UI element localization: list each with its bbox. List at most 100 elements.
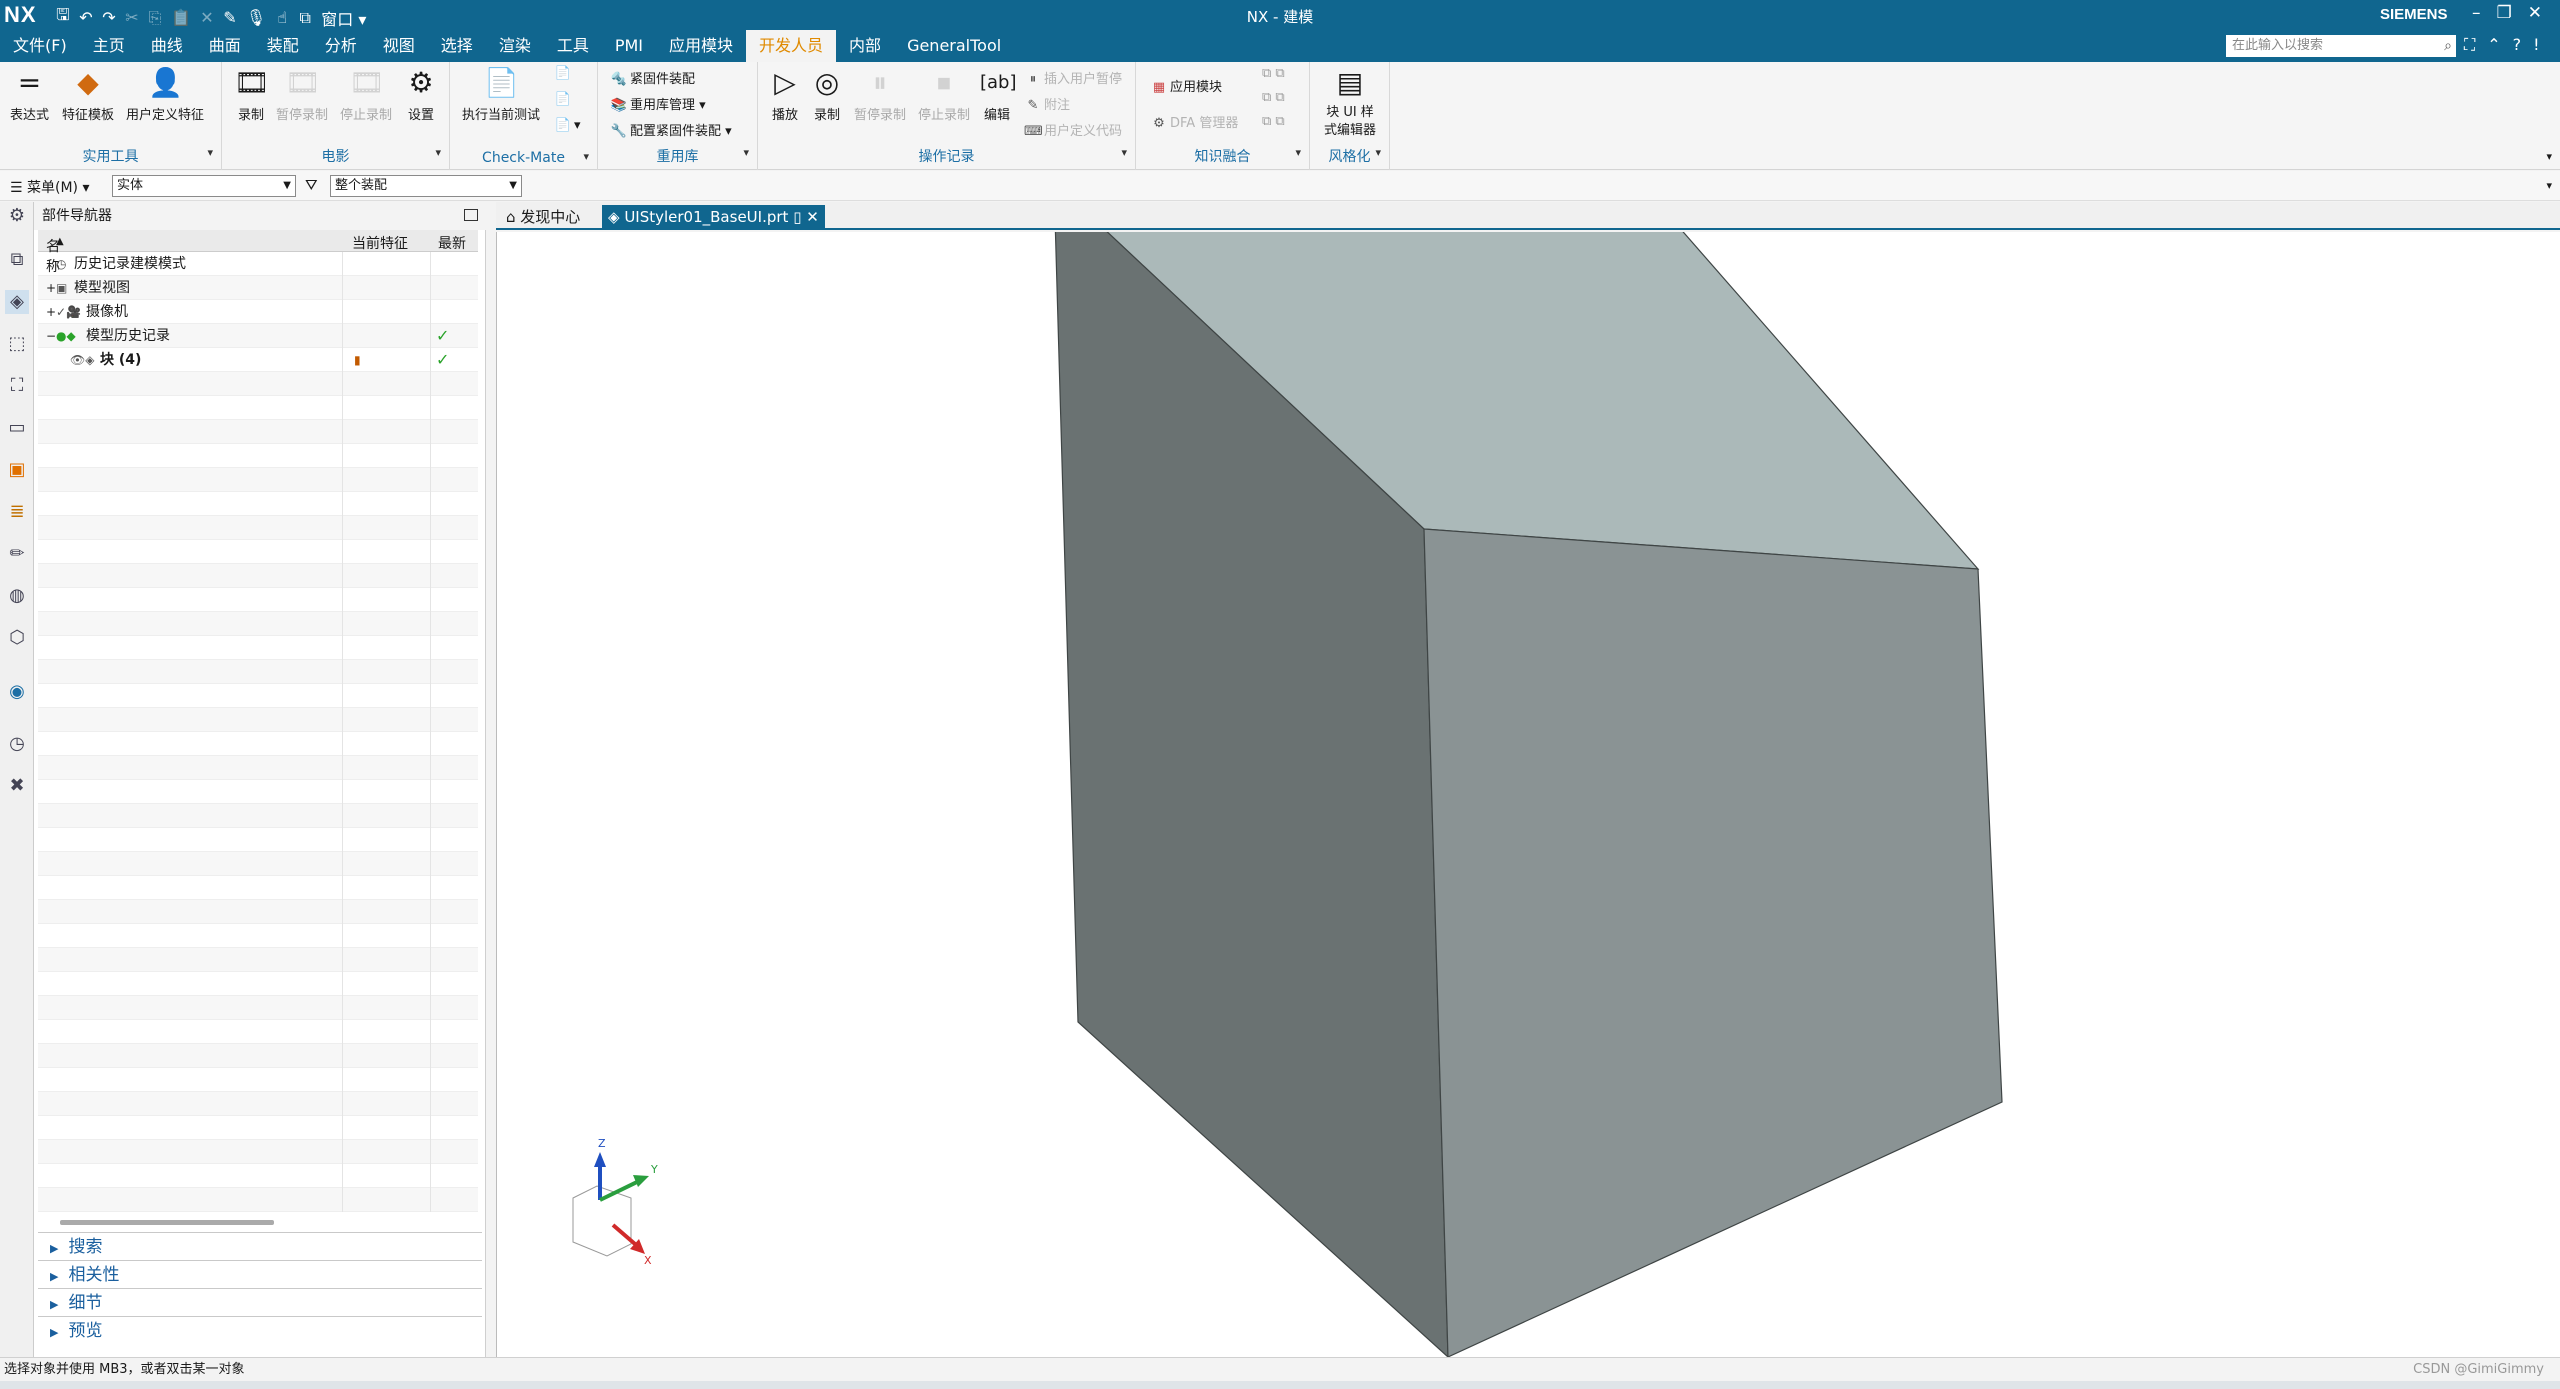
journal-stop-button[interactable]: ⏹ 停止录制 xyxy=(918,66,970,123)
group-style-label[interactable]: 风格化 ▾ xyxy=(1310,146,1389,166)
checkmate-small-1[interactable]: 📄 xyxy=(554,66,574,81)
copy-icon[interactable]: ⎘ xyxy=(148,8,162,28)
ribbon-options-icon[interactable]: ▾ xyxy=(2546,150,2552,163)
col-latest[interactable]: 最新 xyxy=(438,233,466,253)
tab-8[interactable]: 渲染 xyxy=(486,30,544,62)
group-utility-label[interactable]: 实用工具 ▾ xyxy=(0,146,221,166)
col-current[interactable]: 当前特征 xyxy=(352,233,408,253)
history-icon[interactable]: ◷ xyxy=(5,732,29,756)
cut-icon[interactable]: ✂ xyxy=(125,8,139,27)
search-icon[interactable]: ⌕ xyxy=(2444,35,2452,57)
expression-button[interactable]: = 表达式 xyxy=(10,66,49,123)
table-row[interactable] xyxy=(38,444,478,468)
table-row[interactable] xyxy=(38,996,478,1020)
table-row[interactable] xyxy=(38,1044,478,1068)
table-row[interactable] xyxy=(38,492,478,516)
tab-4[interactable]: 装配 xyxy=(254,30,312,62)
checkmate-small-3[interactable]: 📄 ▾ xyxy=(554,118,581,133)
switch-window-icon[interactable]: ⧉ xyxy=(298,8,312,28)
selbar-options-icon[interactable]: ▾ xyxy=(2546,179,2552,192)
delete-icon[interactable]: ✕ xyxy=(200,8,214,27)
tab-11[interactable]: 应用模块 xyxy=(656,30,746,62)
table-row[interactable] xyxy=(38,516,478,540)
save-icon[interactable]: 🖫 xyxy=(56,4,70,31)
table-row[interactable] xyxy=(38,1164,478,1188)
config-fastener-button[interactable]: 🔧 配置紧固件装配 ▾ xyxy=(610,120,732,139)
tab-13[interactable]: 内部 xyxy=(836,30,894,62)
checkmate-small-2[interactable]: 📄 xyxy=(554,92,574,107)
web-browser-icon[interactable]: ▣ xyxy=(5,458,29,482)
table-row[interactable] xyxy=(38,468,478,492)
table-row[interactable] xyxy=(38,756,478,780)
close-icon[interactable]: ✕ xyxy=(2528,3,2542,23)
collapse-icon[interactable]: − xyxy=(46,324,56,348)
expand-icon[interactable]: + xyxy=(46,300,56,324)
block-ui-editor-button[interactable]: ▤ 块 UI 样式编辑器 xyxy=(1324,66,1376,140)
minimize-icon[interactable]: – xyxy=(2472,3,2481,23)
settings-icon[interactable]: ⚙ xyxy=(5,204,29,228)
pane-2[interactable]: ▶ 细节 xyxy=(38,1288,482,1316)
tab-14[interactable]: GeneralTool xyxy=(894,30,1014,62)
table-row[interactable] xyxy=(38,540,478,564)
tab-1[interactable]: 主页 xyxy=(80,30,138,62)
microphone-icon[interactable]: 🎙 xyxy=(246,8,266,27)
tab-9[interactable]: 工具 xyxy=(544,30,602,62)
type-filter-select[interactable]: 实体 ▼ xyxy=(112,175,296,197)
tab-2[interactable]: 曲线 xyxy=(138,30,196,62)
paste-icon[interactable]: 📋 xyxy=(171,8,191,27)
table-row[interactable] xyxy=(38,828,478,852)
table-row[interactable] xyxy=(38,924,478,948)
insert-pause-button[interactable]: ⏸ 插入用户暂停 xyxy=(1024,68,1122,87)
group-movie-label[interactable]: 电影 ▾ xyxy=(222,146,449,166)
table-row[interactable] xyxy=(38,1116,478,1140)
table-row[interactable]: ◷ 历史记录建模模式 xyxy=(38,252,478,276)
tab-3[interactable]: 曲面 xyxy=(196,30,254,62)
filter-icon[interactable]: ⛛ xyxy=(305,176,318,194)
close-tab-icon[interactable]: ✕ xyxy=(806,208,819,226)
group-reuse-label[interactable]: 重用库 ▾ xyxy=(598,146,757,166)
movie-pause-button[interactable]: 🎞 暂停录制 xyxy=(276,66,328,123)
table-row[interactable] xyxy=(38,900,478,924)
tab-7[interactable]: 选择 xyxy=(428,30,486,62)
full-screen-icon[interactable]: ⛶ xyxy=(2464,35,2475,55)
table-row[interactable] xyxy=(38,948,478,972)
table-row[interactable] xyxy=(38,564,478,588)
movie-stop-button[interactable]: 🎞 停止录制 xyxy=(340,66,392,123)
undo-icon[interactable]: ↶ xyxy=(79,8,93,27)
reuse-library-button[interactable]: 📚 重用库管理 ▾ xyxy=(610,94,706,113)
scope-select[interactable]: 整个装配 ▼ xyxy=(330,175,522,197)
history-palette-icon[interactable]: ≣ xyxy=(5,500,29,524)
group-checkmate-label[interactable]: Check-Mate ▾ xyxy=(450,150,597,166)
movie-settings-button[interactable]: ⚙ 设置 xyxy=(404,66,438,123)
table-row[interactable] xyxy=(38,636,478,660)
table-row[interactable] xyxy=(38,660,478,684)
table-row[interactable] xyxy=(38,804,478,828)
table-row[interactable]: − ●◆ 模型历史记录 ✓ xyxy=(38,324,478,348)
restore-icon[interactable]: ❐ xyxy=(2497,3,2512,23)
table-row[interactable] xyxy=(38,1140,478,1164)
view-triad[interactable]: Z Y X xyxy=(572,1137,658,1267)
system-scene-icon[interactable]: ◉ xyxy=(5,680,29,704)
reuse-library-icon[interactable]: ⛶ xyxy=(5,374,29,398)
menu-button[interactable]: ☰ 菜单(M) ▾ xyxy=(10,177,90,197)
dfa-manager-button[interactable]: ⚙ DFA 管理器 xyxy=(1150,112,1238,131)
window-menu[interactable]: 窗口 ▾ xyxy=(321,6,366,30)
table-row[interactable] xyxy=(38,972,478,996)
maximize-icon[interactable] xyxy=(464,209,478,221)
hd3d-icon[interactable]: ▭ xyxy=(5,416,29,440)
journal-record-button[interactable]: ◎ 录制 xyxy=(810,66,844,123)
table-row[interactable] xyxy=(38,876,478,900)
table-row[interactable] xyxy=(38,1188,478,1212)
kf-small-3[interactable]: ⧉ ⧉ xyxy=(1262,114,1285,129)
table-row[interactable]: + ▣ 模型视图 xyxy=(38,276,478,300)
table-row[interactable] xyxy=(38,372,478,396)
table-row[interactable] xyxy=(38,1092,478,1116)
movie-record-button[interactable]: 🎞 录制 xyxy=(234,66,270,123)
roles-icon[interactable]: ⬡ xyxy=(5,626,29,650)
app-module-button[interactable]: ▦ 应用模块 xyxy=(1150,76,1222,95)
cube-right-face[interactable] xyxy=(1423,528,2003,1358)
user-code-button[interactable]: ⌨用户定义代码 xyxy=(1024,120,1122,139)
redo-icon[interactable]: ↷ xyxy=(102,8,116,27)
table-row[interactable] xyxy=(38,732,478,756)
help-icon[interactable]: ? xyxy=(2513,35,2522,55)
